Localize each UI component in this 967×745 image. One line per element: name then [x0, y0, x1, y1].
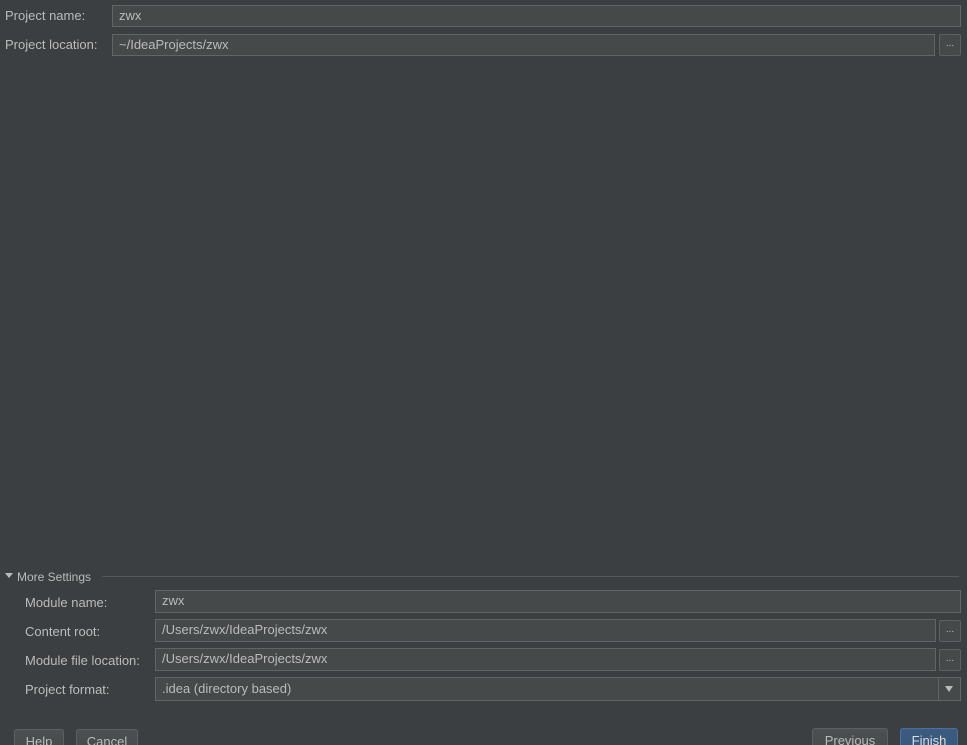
previous-button[interactable]: Previous [812, 728, 888, 745]
module-file-location-input[interactable]: /Users/zwx/IdeaProjects/zwx [155, 648, 936, 671]
content-root-browse-button[interactable]: ... [939, 620, 961, 642]
module-file-location-browse-button[interactable]: ... [939, 649, 961, 671]
project-format-dropdown-arrow[interactable] [938, 677, 960, 701]
module-name-input[interactable]: zwx [155, 590, 961, 613]
project-location-browse-button[interactable]: ... [939, 34, 961, 56]
project-name-input[interactable]: zwx [112, 5, 961, 27]
content-root-input[interactable]: /Users/zwx/IdeaProjects/zwx [155, 619, 936, 642]
finish-button[interactable]: Finish [900, 728, 958, 745]
help-button[interactable]: Help [14, 729, 64, 745]
module-file-location-label: Module file location: [25, 653, 140, 668]
chevron-down-icon [945, 686, 953, 692]
project-name-label: Project name: [5, 8, 86, 23]
project-location-label: Project location: [5, 37, 98, 52]
more-settings-divider [102, 576, 959, 577]
new-project-dialog: Project name: zwx Project location: ~/Id… [0, 0, 967, 745]
content-root-label: Content root: [25, 624, 101, 639]
project-location-input[interactable]: ~/IdeaProjects/zwx [112, 34, 935, 56]
module-name-label: Module name: [25, 595, 108, 610]
collapse-triangle-icon[interactable] [5, 573, 13, 578]
project-format-select[interactable]: .idea (directory based) [155, 677, 961, 701]
cancel-button[interactable]: Cancel [76, 729, 138, 745]
more-settings-title[interactable]: More Settings [17, 569, 91, 585]
project-format-label: Project format: [25, 682, 110, 697]
project-format-value: .idea (directory based) [162, 681, 292, 696]
